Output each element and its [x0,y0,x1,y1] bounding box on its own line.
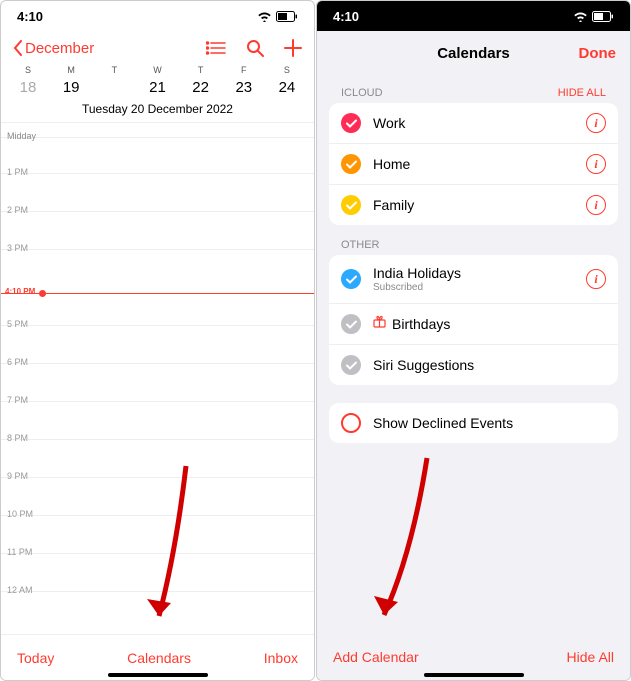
declined-events-card: Show Declined Events [329,403,618,443]
sheet-title: Calendars [437,45,510,62]
date-19[interactable]: 19 [56,79,86,96]
back-button[interactable]: December [13,40,94,57]
icloud-calendars-card: Work i Home i Family i [329,103,618,225]
calendars-sheet-view: 4:10 Calendars Done ICLOUD HIDE ALL Work… [316,0,631,681]
home-indicator[interactable] [424,673,524,677]
status-bar: 4:10 [317,1,630,31]
calendar-header: December [1,31,314,61]
check-icon [341,195,361,215]
check-icon [341,269,361,289]
status-time: 4:10 [333,9,359,24]
date-row: 18 19 20 21 22 23 24 [1,75,314,98]
calendar-row-work[interactable]: Work i [329,103,618,143]
date-21[interactable]: 21 [142,79,172,96]
calendar-row-birthdays[interactable]: Birthdays [329,303,618,344]
check-icon [341,154,361,174]
date-18[interactable]: 18 [13,79,43,96]
status-icons [257,11,298,22]
list-view-icon[interactable] [206,41,226,55]
calendar-row-home[interactable]: Home i [329,143,618,184]
annotation-arrow-right [362,453,442,643]
info-icon[interactable]: i [586,269,606,289]
today-button[interactable]: Today [17,650,54,666]
add-event-icon[interactable] [284,39,302,57]
current-time-line [1,293,314,294]
check-icon [341,355,361,375]
section-header-other: OTHER [317,225,630,255]
done-button[interactable]: Done [579,45,617,62]
date-23[interactable]: 23 [229,79,259,96]
full-date-label: Tuesday 20 December 2022 [1,98,314,123]
calendars-button[interactable]: Calendars [127,650,191,666]
date-22[interactable]: 22 [186,79,216,96]
battery-icon [276,11,298,22]
show-declined-events-toggle[interactable]: Show Declined Events [329,403,618,443]
gift-icon [373,315,386,333]
check-icon [341,314,361,334]
status-icons [573,11,614,22]
date-20-today[interactable]: 20 [99,79,129,96]
status-time: 4:10 [17,9,43,24]
info-icon[interactable]: i [586,195,606,215]
sheet-header: Calendars Done [317,33,630,73]
info-icon[interactable]: i [586,113,606,133]
calendars-sheet: Calendars Done ICLOUD HIDE ALL Work i Ho… [317,33,630,680]
wifi-icon [573,11,588,22]
unchecked-ring-icon [341,413,361,433]
hide-all-button[interactable]: Hide All [567,649,614,665]
hide-all-icloud-button[interactable]: HIDE ALL [558,87,606,99]
weekday-row: S M T W T F S [1,65,314,75]
date-24[interactable]: 24 [272,79,302,96]
home-indicator[interactable] [108,673,208,677]
calendar-row-siri[interactable]: Siri Suggestions [329,344,618,385]
current-time-label: 4:10 PM [5,287,35,296]
status-bar: 4:10 [1,1,314,31]
battery-icon [592,11,614,22]
day-timeline[interactable]: Midday 1 PM 2 PM 3 PM 4:10 PM 5 PM 6 PM … [1,123,314,623]
calendar-row-family[interactable]: Family i [329,184,618,225]
chevron-left-icon [13,40,23,56]
calendar-day-view: 4:10 December S M T W T F S [0,0,315,681]
check-icon [341,113,361,133]
search-icon[interactable] [246,39,264,57]
info-icon[interactable]: i [586,154,606,174]
back-label: December [25,40,94,57]
wifi-icon [257,11,272,22]
section-header-icloud: ICLOUD HIDE ALL [317,73,630,103]
add-calendar-button[interactable]: Add Calendar [333,649,419,665]
other-calendars-card: India Holidays Subscribed i Birthdays Si… [329,255,618,385]
inbox-button[interactable]: Inbox [264,650,298,666]
calendar-row-holidays[interactable]: India Holidays Subscribed i [329,255,618,303]
